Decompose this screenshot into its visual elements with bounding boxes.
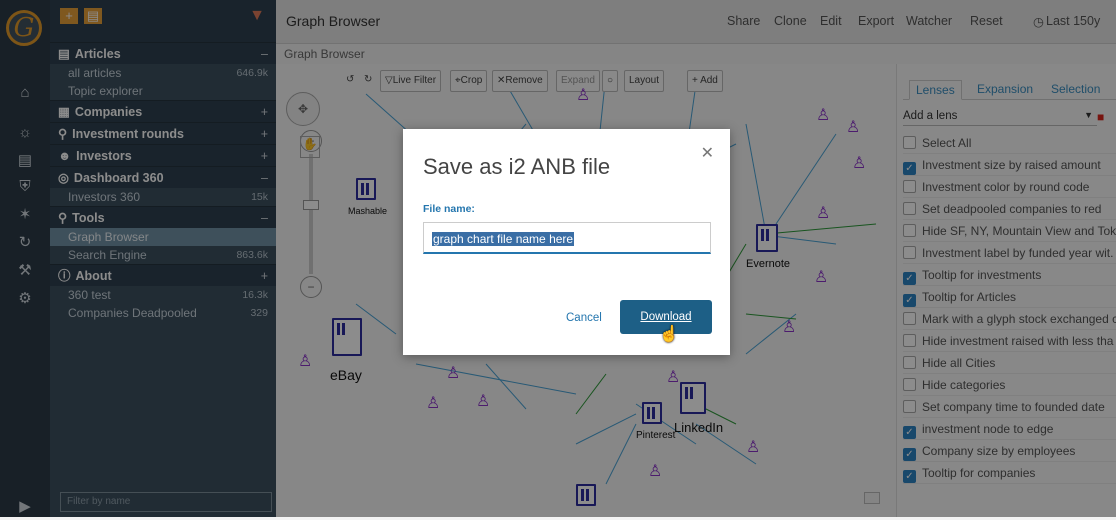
file-name-selection: graph chart file name here [432, 232, 575, 246]
cancel-button[interactable]: Cancel [566, 312, 602, 324]
file-name-label: File name: [423, 203, 475, 215]
hand-cursor-icon: ☝ [659, 326, 679, 343]
close-icon[interactable]: ✕ [701, 143, 714, 163]
dialog-title: Save as i2 ANB file [423, 154, 611, 179]
save-dialog: Save as i2 ANB file ✕ File name: graph c… [403, 129, 730, 355]
